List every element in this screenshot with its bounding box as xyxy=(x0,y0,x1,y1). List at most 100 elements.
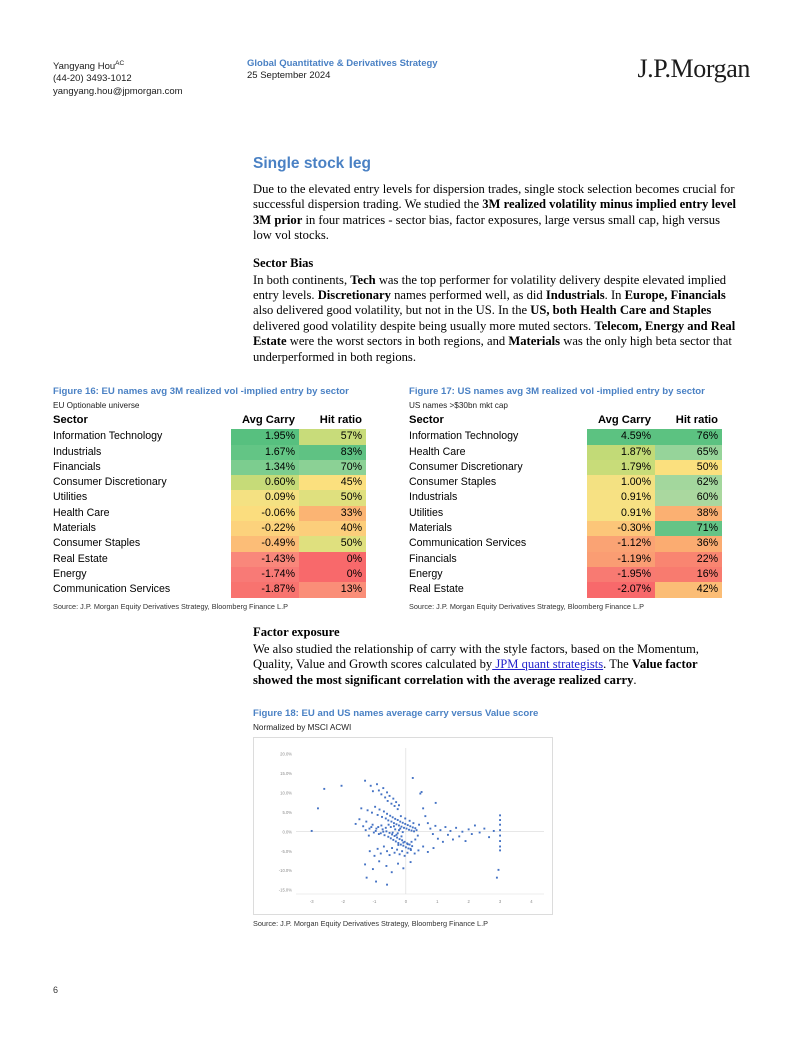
scatter-point xyxy=(390,871,393,874)
cell-avg-carry: 1.67% xyxy=(231,444,299,460)
document-page: Yangyang HouAC (44-20) 3493-1012 yangyan… xyxy=(0,0,802,1037)
cell-hit-ratio: 16% xyxy=(655,566,722,583)
scatter-point xyxy=(409,825,412,828)
scatter-point xyxy=(410,829,413,832)
y-axis-tick-label: 15.0% xyxy=(280,771,292,776)
scatter-point xyxy=(401,821,404,824)
table-row: Consumer Discretionary 1.79% 50% xyxy=(409,459,722,476)
page-title: Single stock leg xyxy=(253,155,372,172)
scatter-point xyxy=(376,783,378,786)
cell-hit-ratio: 76% xyxy=(655,429,722,445)
scatter-point xyxy=(369,784,372,787)
cell-sector: Materials xyxy=(53,522,96,535)
scatter-point xyxy=(470,833,473,835)
scatter-point xyxy=(365,876,368,879)
page-header: Yangyang HouAC (44-20) 3493-1012 yangyan… xyxy=(0,54,802,104)
scatter-point xyxy=(389,826,392,828)
figure-17-tbody: Information Technology 4.59% 76% Health Car… xyxy=(409,429,722,598)
scatter-point xyxy=(386,799,389,802)
scatter-point xyxy=(387,835,390,838)
scatter-point xyxy=(379,852,382,855)
sb-t3: names performed well, as did xyxy=(390,288,546,303)
jpm-quant-strategists-link[interactable]: JPM quant strategists xyxy=(492,657,603,671)
scatter-point xyxy=(458,835,461,838)
cell-sector: Communication Services xyxy=(409,537,527,550)
publication-date: 25 September 2024 xyxy=(247,70,331,82)
scatter-point xyxy=(398,853,401,856)
scatter-point xyxy=(499,829,502,832)
figure-18: Figure 18: EU and US names average carry… xyxy=(253,708,573,929)
cell-avg-carry: 0.91% xyxy=(587,490,655,506)
author-email[interactable]: yangyang.hou@jpmorgan.com xyxy=(53,86,183,98)
scatter-point xyxy=(384,817,387,820)
cell-hit-ratio: 38% xyxy=(655,505,722,522)
y-axis-tick-label: -15.0% xyxy=(279,888,293,893)
scatter-point xyxy=(391,833,394,836)
cell-sector: Energy xyxy=(53,567,87,580)
figure-17-title: Figure 17: US names avg 3M realized vol … xyxy=(409,386,705,397)
scatter-point xyxy=(386,850,388,853)
scatter-point xyxy=(403,826,405,829)
figure-17: Figure 17: US names avg 3M realized vol … xyxy=(409,386,739,612)
cell-avg-carry: 0.09% xyxy=(231,490,299,506)
scatter-point xyxy=(386,883,388,886)
figure-16-subtitle: EU Optionable universe xyxy=(53,401,140,410)
cell-avg-carry: -1.95% xyxy=(587,566,655,583)
cell-avg-carry: -1.74% xyxy=(231,566,299,583)
scatter-point xyxy=(379,832,382,835)
scatter-point xyxy=(409,847,412,850)
cell-hit-ratio: 50% xyxy=(655,459,722,476)
scatter-point xyxy=(401,831,404,834)
table-row: Energy -1.74% 0% xyxy=(53,566,366,583)
scatter-point xyxy=(401,850,404,853)
scatter-point xyxy=(467,828,470,831)
scatter-point xyxy=(383,834,386,837)
table-row: Industrials 1.67% 83% xyxy=(53,444,366,460)
scatter-point xyxy=(399,820,402,823)
factor-exposure-section: Factor exposure We also studied the rela… xyxy=(253,625,740,700)
scatter-point xyxy=(382,810,385,813)
main-content: Single stock leg Due to the elevated ent… xyxy=(253,155,740,377)
sb-t4: . In xyxy=(604,288,625,303)
sb-b5: US, both Health Care and Staples xyxy=(530,303,712,318)
scatter-point xyxy=(420,791,423,793)
scatter-point xyxy=(397,843,400,846)
scatter-point xyxy=(392,838,395,841)
col-header-hit-ratio: Hit ratio xyxy=(319,414,362,426)
scatter-point xyxy=(401,839,404,842)
scatter-point xyxy=(410,840,413,843)
scatter-point xyxy=(398,804,400,807)
carry-vs-value-scatter: 20.0% 15.0% 10.0% 5.0% 0.0% -5.0% -10.0% -15.0%… xyxy=(279,748,544,904)
sb-t6: delivered good volatility despite being … xyxy=(253,318,595,333)
scatter-point xyxy=(418,823,421,826)
scatter-point xyxy=(397,842,400,844)
scatter-point xyxy=(395,801,398,804)
table-row: Financials -1.19% 22% xyxy=(409,551,722,567)
cell-sector: Industrials xyxy=(53,445,102,458)
cell-avg-carry: -2.07% xyxy=(587,582,655,598)
sb-b7: Materials xyxy=(508,334,561,349)
scatter-point xyxy=(358,818,361,821)
x-axis-tick-label: -2 xyxy=(341,899,345,904)
cell-hit-ratio: 45% xyxy=(299,475,366,491)
cell-avg-carry: 1.87% xyxy=(587,444,655,460)
scatter-point xyxy=(452,838,454,841)
col-header-hit-ratio: Hit ratio xyxy=(675,414,718,426)
cell-sector: Consumer Discretionary xyxy=(53,476,167,489)
table-row: Energy -1.95% 16% xyxy=(409,566,722,583)
scatter-point xyxy=(431,833,434,835)
scatter-point xyxy=(372,831,375,834)
scatter-point xyxy=(455,826,458,829)
scatter-point xyxy=(382,845,385,848)
sector-bias-heading: Sector Bias xyxy=(253,255,314,270)
scatter-point xyxy=(449,829,452,832)
scatter-point xyxy=(426,851,429,853)
table-row: Materials -0.22% 40% xyxy=(53,521,366,537)
scatter-point xyxy=(413,830,415,833)
cell-avg-carry: -1.19% xyxy=(587,551,655,567)
scatter-point xyxy=(386,791,388,794)
scatter-point xyxy=(382,830,385,833)
figure-17-table: Sector Avg Carry Hit ratio Information T… xyxy=(409,413,722,598)
scatter-point xyxy=(377,826,380,828)
cell-avg-carry: -0.22% xyxy=(231,521,299,537)
